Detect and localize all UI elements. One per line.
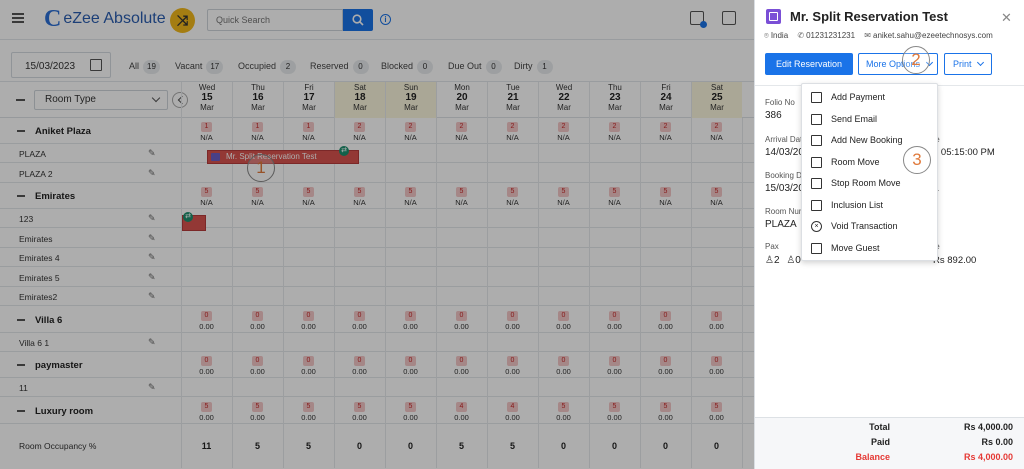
move-guest-icon (811, 242, 822, 254)
menu-item-stop-room-move[interactable]: Stop Room Move (802, 173, 939, 194)
guest-contact: ⌾ India ✆ 01231231231 ✉ aniket.sahu@ezeetec… (764, 31, 993, 41)
pax-adults: 2 (773, 255, 780, 266)
arrival-value: 14/03/20 (765, 147, 804, 158)
room-number-label: Room Num (765, 207, 806, 216)
booking-date-value: 15/03/20 (765, 183, 804, 194)
total-value: Rs 0.00 (981, 437, 1013, 447)
location-icon: ⌾ (764, 31, 769, 40)
modal-overlay[interactable] (0, 0, 754, 469)
pax-label: Pax (765, 242, 779, 251)
total-value: Rs 4,000.00 (963, 452, 1013, 462)
menu-item-label: Send Email (831, 113, 878, 124)
total-label: Total (869, 422, 890, 432)
menu-item-label: Room Move (831, 156, 880, 167)
guest-email: aniket.sahu@ezeetechnosys.com (873, 31, 993, 40)
room-number-value: PLAZA (765, 219, 797, 230)
adult-icon: ♙ (765, 255, 774, 266)
menu-item-send-email[interactable]: Send Email (802, 109, 939, 130)
stay-view-app: C eZee Absolute ⤨ i 15/03/2023 All19Vaca… (0, 0, 754, 469)
payment-icon (811, 92, 822, 103)
booking-date-label: Booking D (765, 171, 802, 180)
menu-item-label: Inclusion List (831, 199, 884, 210)
menu-item-void-transaction[interactable]: × Void Transaction (802, 216, 939, 237)
totals-summary: Total Rs 4,000.00 Paid Rs 0.00 Balance Rs 4,0… (755, 417, 1024, 469)
guest-phone: 01231231231 (806, 31, 856, 40)
email-icon: ✉ (864, 31, 871, 40)
child-icon: ♙ (786, 255, 796, 266)
guest-name-title: Mr. Split Reservation Test (790, 9, 948, 24)
arrival-label: Arrival Dat (765, 135, 803, 144)
total-value: Rs 4,000.00 (963, 422, 1013, 432)
hand-icon (811, 178, 822, 189)
print-label: Print (953, 59, 972, 69)
menu-item-label: Add Payment (831, 92, 886, 102)
void-icon: × (811, 221, 822, 232)
menu-item-label: Stop Room Move (831, 178, 901, 188)
menu-item-add-payment[interactable]: Add Payment (802, 87, 939, 108)
departure-value: 3 05:15:00 PM (933, 147, 995, 158)
folio-label: Folio No (765, 98, 795, 107)
menu-item-label: Void Transaction (831, 221, 898, 231)
edit-reservation-button[interactable]: Edit Reservation (765, 53, 853, 75)
step-marker-3: 3 (903, 146, 931, 174)
email-icon (811, 113, 822, 125)
phone-icon: ✆ (797, 31, 805, 40)
total-label: Paid (870, 437, 890, 447)
list-icon (811, 199, 822, 211)
reservation-icon (766, 9, 781, 24)
menu-item-move-guest[interactable]: Move Guest (802, 238, 939, 259)
menu-item-inclusion-list[interactable]: Inclusion List (802, 195, 939, 216)
calendar-icon (811, 135, 822, 146)
close-icon[interactable]: ✕ (1001, 10, 1012, 26)
bed-icon (811, 156, 822, 168)
menu-item-label: Move Guest (831, 242, 880, 253)
total-label: Balance (855, 452, 890, 462)
print-button[interactable]: Print (944, 53, 992, 75)
rate-value: Rs 892.00 (933, 255, 977, 266)
pax-value: ♙2 ♙0 (765, 255, 801, 266)
step-marker-2: 2 (902, 46, 930, 74)
chevron-down-icon (976, 58, 985, 67)
pax-children: 0 (795, 255, 801, 266)
guest-country: India (770, 31, 789, 40)
menu-item-label: Add New Booking (831, 135, 903, 145)
folio-value: 386 (765, 110, 782, 121)
